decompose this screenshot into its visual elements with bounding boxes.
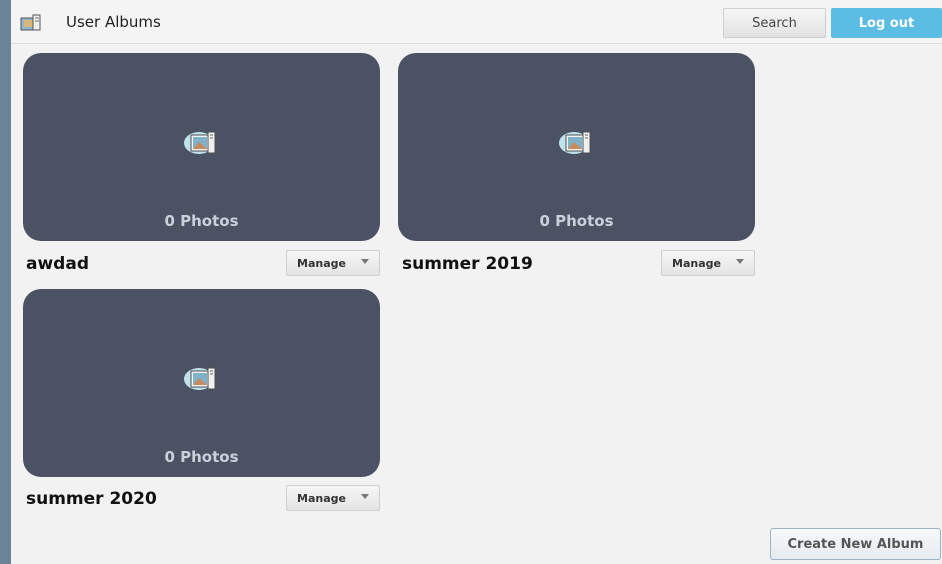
album-name: awdad bbox=[26, 254, 89, 274]
photo-count: 0 Photos bbox=[164, 212, 239, 230]
window-edge bbox=[0, 0, 11, 564]
album-name: summer 2019 bbox=[402, 254, 533, 274]
manage-dropdown[interactable]: Manage bbox=[286, 485, 380, 511]
chevron-down-icon bbox=[361, 259, 369, 264]
album-thumbnail[interactable]: 0 Photos bbox=[398, 53, 755, 241]
manage-label: Manage bbox=[672, 257, 721, 270]
chevron-down-icon bbox=[736, 259, 744, 264]
manage-label: Manage bbox=[297, 492, 346, 505]
album-placeholder-icon bbox=[184, 367, 216, 390]
chevron-down-icon bbox=[361, 494, 369, 499]
photo-count: 0 Photos bbox=[164, 448, 239, 466]
album-placeholder-icon bbox=[184, 131, 216, 154]
create-album-button[interactable]: Create New Album bbox=[770, 528, 941, 560]
album-thumbnail[interactable]: 0 Photos bbox=[23, 289, 380, 477]
manage-dropdown[interactable]: Manage bbox=[661, 250, 755, 276]
search-button[interactable]: Search bbox=[723, 8, 826, 38]
logout-button[interactable]: Log out bbox=[831, 8, 942, 38]
album-thumbnail[interactable]: 0 Photos bbox=[23, 53, 380, 241]
header-bar: User Albums Search Log out bbox=[11, 0, 942, 44]
album-name: summer 2020 bbox=[26, 489, 157, 509]
page-title: User Albums bbox=[66, 13, 161, 31]
photo-count: 0 Photos bbox=[539, 212, 614, 230]
manage-label: Manage bbox=[297, 257, 346, 270]
photo-album-icon bbox=[20, 14, 41, 31]
album-placeholder-icon bbox=[559, 131, 591, 154]
manage-dropdown[interactable]: Manage bbox=[286, 250, 380, 276]
